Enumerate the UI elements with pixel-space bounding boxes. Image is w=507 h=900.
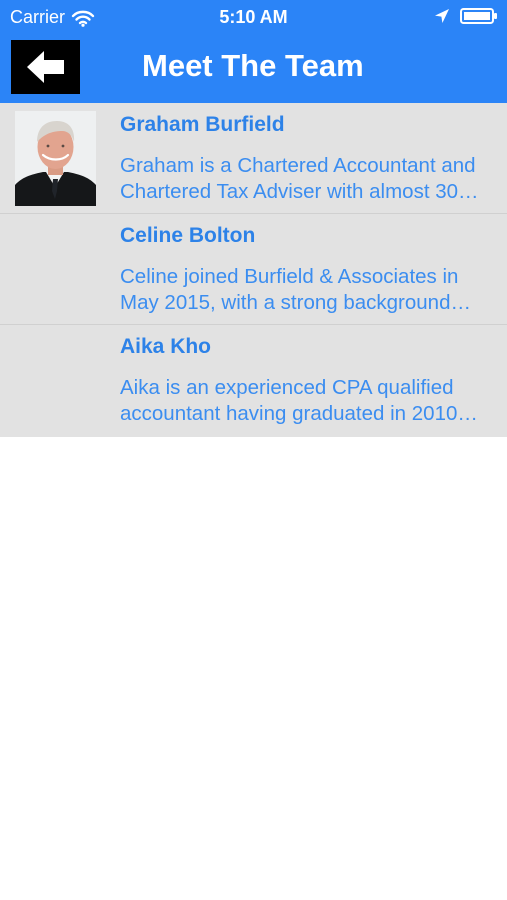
team-member-bio-line: Chartered Tax Adviser with almost 30… — [120, 180, 479, 203]
top-bar: Carrier 5:10 AM Meet The Team — [0, 0, 507, 103]
team-member-name: Celine Bolton — [120, 224, 256, 247]
team-member-bio: Aika is an experienced CPA qualified acc… — [120, 375, 500, 427]
team-member-name: Graham Burfield — [120, 113, 285, 136]
team-member-photo — [15, 111, 96, 206]
graham-burfield-photo — [15, 111, 96, 206]
team-member-bio-line: accountant having graduated in 2010… — [120, 402, 478, 425]
team-list: Graham Burfield Graham is a Chartered Ac… — [0, 103, 507, 437]
team-member-bio: Celine joined Burfield & Associates in M… — [120, 264, 500, 316]
team-member-name: Aika Kho — [120, 335, 212, 358]
back-button[interactable] — [11, 40, 80, 94]
team-member-bio-line: Aika is an experienced CPA qualified — [120, 376, 454, 399]
team-member-bio-line: Celine joined Burfield & Associates in — [120, 265, 459, 288]
team-row-aika-kho[interactable]: Aika Kho Aika is an experienced CPA qual… — [0, 325, 507, 437]
page-title: Meet The Team — [142, 48, 364, 83]
back-arrow-icon — [26, 51, 64, 83]
team-member-bio-line: Graham is a Chartered Accountant and — [120, 154, 476, 177]
status-right-icons — [434, 8, 498, 24]
team-row-celine-bolton[interactable]: Celine Bolton Celine joined Burfield & A… — [0, 214, 507, 325]
status-bar: Carrier 5:10 AM — [0, 0, 507, 34]
team-row-graham-burfield[interactable]: Graham Burfield Graham is a Chartered Ac… — [0, 103, 507, 214]
team-member-bio: Graham is a Chartered Accountant and Cha… — [120, 153, 500, 205]
battery-icon — [460, 8, 497, 24]
app-screen: Carrier 5:10 AM Meet The Team Graham Bur… — [0, 0, 507, 900]
status-time: 5:10 AM — [219, 7, 288, 27]
team-member-bio-line: May 2015, with a strong background… — [120, 291, 471, 314]
location-arrow-icon — [435, 9, 449, 23]
